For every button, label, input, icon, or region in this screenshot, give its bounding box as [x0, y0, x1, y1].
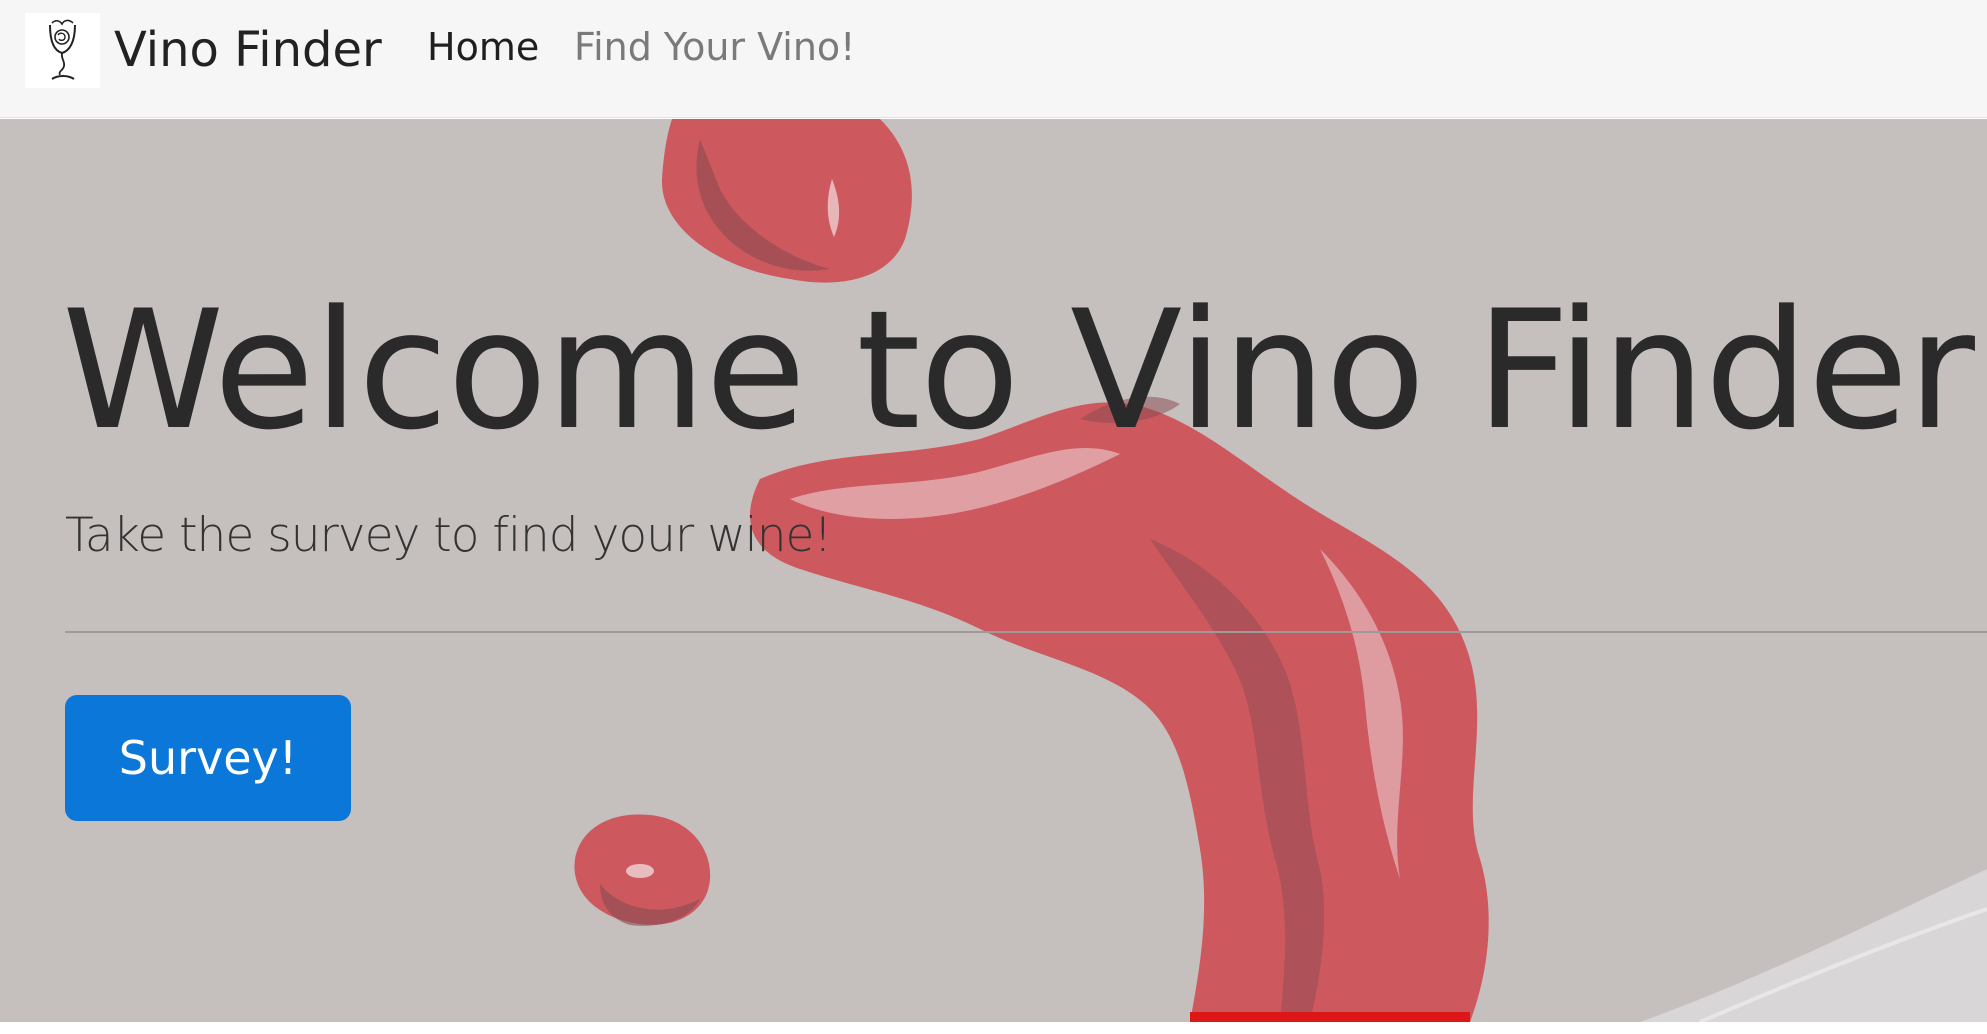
- page-bottom-strip: [0, 1022, 1987, 1034]
- nav-link-find-your-vino[interactable]: Find Your Vino!: [574, 28, 855, 66]
- hero-section: Welcome to Vino Finder! Take the survey …: [0, 119, 1987, 1022]
- navbar: Vino Finder Home Find Your Vino!: [0, 0, 1987, 118]
- hero-subtitle: Take the survey to find your wine!: [65, 508, 832, 563]
- survey-button[interactable]: Survey!: [65, 695, 351, 821]
- wine-splash-image: [0, 119, 1987, 1022]
- wine-glass-logo-icon: [25, 12, 100, 88]
- hero-divider: [65, 631, 1987, 633]
- hero-title: Welcome to Vino Finder!: [62, 275, 1987, 466]
- brand-link[interactable]: Vino Finder: [25, 12, 382, 88]
- brand-name: Vino Finder: [114, 22, 382, 78]
- nav-link-home[interactable]: Home: [427, 28, 539, 66]
